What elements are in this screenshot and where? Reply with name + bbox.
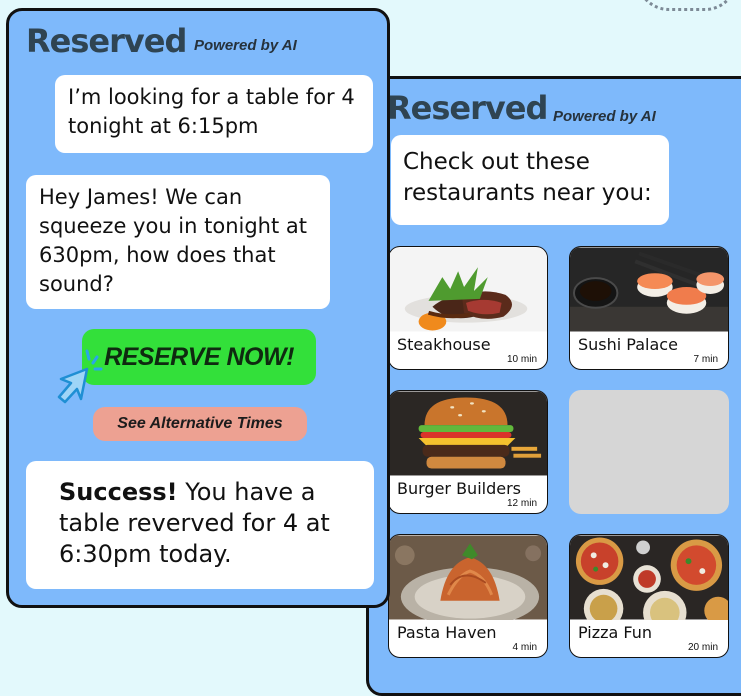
restaurant-name: Steakhouse xyxy=(397,335,491,354)
see-alternative-times-button[interactable]: See Alternative Times xyxy=(93,407,307,441)
restaurant-distance: 4 min xyxy=(512,642,537,653)
restaurant-name: Burger Builders xyxy=(397,479,521,498)
powered-by-label: Powered by AI xyxy=(553,108,656,125)
restaurant-card-sushi-palace[interactable]: Sushi Palace 7 min xyxy=(569,246,729,370)
restaurant-distance: 20 min xyxy=(687,642,718,653)
chat-panel: Reserved Powered by AI I’m looking for a… xyxy=(6,8,390,608)
powered-by-label: Powered by AI xyxy=(194,37,297,54)
restaurant-distance: 10 min xyxy=(506,354,537,365)
restaurant-card-pizza-fun[interactable]: Pizza Fun 20 min xyxy=(569,534,729,658)
restaurant-card-placeholder xyxy=(569,390,729,514)
assistant-message: Hey James! We can squeeze you in tonight… xyxy=(26,175,330,309)
success-label: Success! xyxy=(59,478,178,506)
burger-image xyxy=(389,391,547,476)
assistant-message: Check out these restaurants near you: xyxy=(391,135,669,225)
cursor-click-icon xyxy=(57,349,103,404)
restaurant-card-steakhouse[interactable]: Steakhouse 10 min xyxy=(388,246,548,370)
restaurant-card-pasta-haven[interactable]: Pasta Haven 4 min xyxy=(388,534,548,658)
success-message: Success! You have a table reverved for 4… xyxy=(26,461,374,589)
restaurant-suggestions-panel: Reserved Powered by AI Check out these r… xyxy=(366,76,741,696)
sushi-image xyxy=(570,247,728,332)
brand-logo: Reserved xyxy=(387,89,548,127)
decorative-dotted-arc xyxy=(636,0,738,11)
brand-logo: Reserved xyxy=(26,22,187,60)
restaurant-distance: 7 min xyxy=(693,354,718,365)
pasta-image xyxy=(389,535,547,620)
restaurant-card-burger-builders[interactable]: Burger Builders 12 min xyxy=(388,390,548,514)
restaurant-name: Sushi Palace xyxy=(578,335,678,354)
steak-image xyxy=(389,247,547,332)
reserve-now-button[interactable]: RESERVE NOW! xyxy=(82,329,316,385)
pizza-image xyxy=(570,535,728,620)
restaurant-name: Pasta Haven xyxy=(397,623,497,642)
restaurant-name: Pizza Fun xyxy=(578,623,653,642)
restaurant-distance: 12 min xyxy=(506,498,537,509)
user-message: I’m looking for a table for 4 tonight at… xyxy=(55,75,373,153)
